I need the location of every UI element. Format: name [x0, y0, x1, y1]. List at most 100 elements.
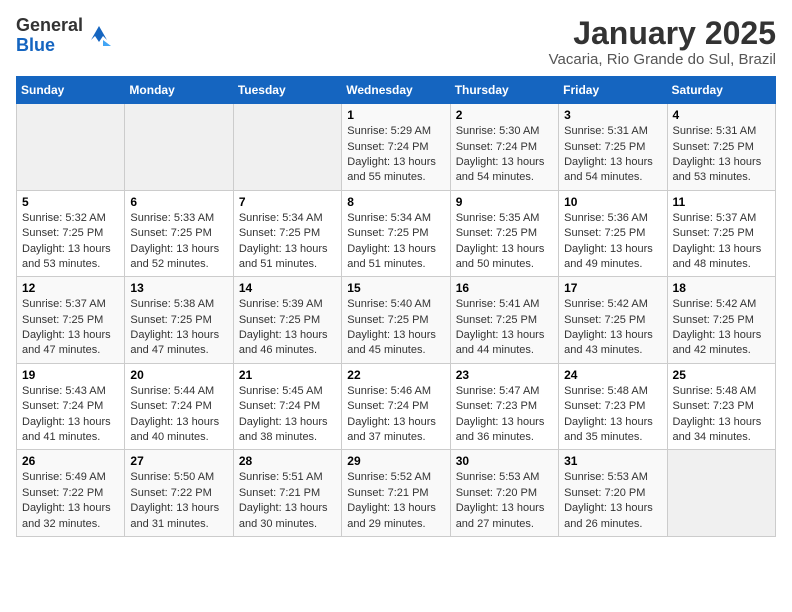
calendar-cell: 24 Sunrise: 5:48 AMSunset: 7:23 PMDayligh…	[559, 363, 667, 450]
day-info: Sunrise: 5:41 AMSunset: 7:25 PMDaylight:…	[456, 297, 553, 359]
day-info: Sunrise: 5:52 AMSunset: 7:21 PMDaylight:…	[347, 470, 444, 532]
calendar-cell: 31 Sunrise: 5:53 AMSunset: 7:20 PMDayligh…	[559, 450, 667, 537]
calendar-cell: 23Sunrise: 5:47 AMSunset: 7:23 PMDayligh…	[450, 363, 558, 450]
calendar-cell: 29 Sunrise: 5:52 AMSunset: 7:21 PMDayligh…	[342, 450, 450, 537]
day-number: 16	[456, 281, 553, 295]
day-number: 12	[22, 281, 119, 295]
day-number: 30	[456, 454, 553, 468]
day-info: Sunrise: 5:33 AMSunset: 7:25 PMDaylight:…	[130, 211, 227, 273]
calendar-cell: 30 Sunrise: 5:53 AMSunset: 7:20 PMDayligh…	[450, 450, 558, 537]
calendar-header-row: SundayMondayTuesdayWednesdayThursdayFrid…	[17, 77, 776, 104]
calendar-week-row: 1Sunrise: 5:29 AMSunset: 7:24 PMDaylight…	[17, 104, 776, 191]
day-info: Sunrise: 5:50 AMSunset: 7:22 PMDaylight:…	[130, 470, 227, 532]
calendar-cell: 12 Sunrise: 5:37 AMSunset: 7:25 PMDayligh…	[17, 277, 125, 364]
title-block: January 2025 Vacaria, Rio Grande do Sul,…	[549, 16, 776, 68]
day-info: Sunrise: 5:44 AMSunset: 7:24 PMDaylight:…	[130, 384, 227, 446]
calendar-cell: 25 Sunrise: 5:48 AMSunset: 7:23 PMDayligh…	[667, 363, 775, 450]
calendar-cell	[125, 104, 233, 191]
calendar-cell: 11 Sunrise: 5:37 AMSunset: 7:25 PMDayligh…	[667, 190, 775, 277]
calendar-cell	[233, 104, 341, 191]
day-number: 11	[673, 195, 770, 209]
day-number: 5	[22, 195, 119, 209]
logo: General Blue	[16, 16, 115, 56]
calendar-cell: 8 Sunrise: 5:34 AMSunset: 7:25 PMDaylight…	[342, 190, 450, 277]
day-info: Sunrise: 5:51 AMSunset: 7:21 PMDaylight:…	[239, 470, 336, 532]
calendar-week-row: 12 Sunrise: 5:37 AMSunset: 7:25 PMDayligh…	[17, 277, 776, 364]
calendar-cell	[667, 450, 775, 537]
calendar-cell: 13 Sunrise: 5:38 AMSunset: 7:25 PMDayligh…	[125, 277, 233, 364]
calendar-cell: 27 Sunrise: 5:50 AMSunset: 7:22 PMDayligh…	[125, 450, 233, 537]
day-number: 27	[130, 454, 227, 468]
day-number: 8	[347, 195, 444, 209]
day-info: Sunrise: 5:32 AMSunset: 7:25 PMDaylight:…	[22, 211, 119, 273]
day-info: Sunrise: 5:42 AMSunset: 7:25 PMDaylight:…	[673, 297, 770, 359]
day-number: 23	[456, 368, 553, 382]
day-info: Sunrise: 5:30 AMSunset: 7:24 PMDaylight:…	[456, 124, 553, 186]
day-info: Sunrise: 5:43 AMSunset: 7:24 PMDaylight:…	[22, 384, 119, 446]
page-subtitle: Vacaria, Rio Grande do Sul, Brazil	[549, 51, 776, 68]
day-info: Sunrise: 5:48 AMSunset: 7:23 PMDaylight:…	[673, 384, 770, 446]
calendar-week-row: 26 Sunrise: 5:49 AMSunset: 7:22 PMDayligh…	[17, 450, 776, 537]
day-of-week-header: Thursday	[450, 77, 558, 104]
calendar-cell: 18 Sunrise: 5:42 AMSunset: 7:25 PMDayligh…	[667, 277, 775, 364]
calendar-cell: 28Sunrise: 5:51 AMSunset: 7:21 PMDayligh…	[233, 450, 341, 537]
day-number: 4	[673, 108, 770, 122]
day-info: Sunrise: 5:38 AMSunset: 7:25 PMDaylight:…	[130, 297, 227, 359]
day-info: Sunrise: 5:42 AMSunset: 7:25 PMDaylight:…	[564, 297, 661, 359]
day-number: 15	[347, 281, 444, 295]
day-number: 22	[347, 368, 444, 382]
day-of-week-header: Wednesday	[342, 77, 450, 104]
day-number: 18	[673, 281, 770, 295]
day-info: Sunrise: 5:35 AMSunset: 7:25 PMDaylight:…	[456, 211, 553, 273]
day-number: 19	[22, 368, 119, 382]
day-info: Sunrise: 5:31 AMSunset: 7:25 PMDaylight:…	[673, 124, 770, 186]
day-number: 13	[130, 281, 227, 295]
day-number: 20	[130, 368, 227, 382]
calendar-cell: 22Sunrise: 5:46 AMSunset: 7:24 PMDayligh…	[342, 363, 450, 450]
calendar-cell: 1Sunrise: 5:29 AMSunset: 7:24 PMDaylight…	[342, 104, 450, 191]
day-info: Sunrise: 5:40 AMSunset: 7:25 PMDaylight:…	[347, 297, 444, 359]
day-info: Sunrise: 5:36 AMSunset: 7:25 PMDaylight:…	[564, 211, 661, 273]
day-number: 29	[347, 454, 444, 468]
calendar-cell: 17Sunrise: 5:42 AMSunset: 7:25 PMDayligh…	[559, 277, 667, 364]
day-info: Sunrise: 5:53 AMSunset: 7:20 PMDaylight:…	[456, 470, 553, 532]
day-number: 31	[564, 454, 661, 468]
day-info: Sunrise: 5:37 AMSunset: 7:25 PMDaylight:…	[22, 297, 119, 359]
day-number: 21	[239, 368, 336, 382]
day-number: 7	[239, 195, 336, 209]
calendar-cell: 26 Sunrise: 5:49 AMSunset: 7:22 PMDayligh…	[17, 450, 125, 537]
day-number: 14	[239, 281, 336, 295]
day-info: Sunrise: 5:39 AMSunset: 7:25 PMDaylight:…	[239, 297, 336, 359]
calendar-cell: 10Sunrise: 5:36 AMSunset: 7:25 PMDayligh…	[559, 190, 667, 277]
calendar-table: SundayMondayTuesdayWednesdayThursdayFrid…	[16, 76, 776, 537]
day-of-week-header: Monday	[125, 77, 233, 104]
day-number: 25	[673, 368, 770, 382]
day-number: 9	[456, 195, 553, 209]
day-number: 26	[22, 454, 119, 468]
calendar-cell: 5 Sunrise: 5:32 AMSunset: 7:25 PMDaylight…	[17, 190, 125, 277]
calendar-cell	[17, 104, 125, 191]
calendar-cell: 20 Sunrise: 5:44 AMSunset: 7:24 PMDayligh…	[125, 363, 233, 450]
day-info: Sunrise: 5:37 AMSunset: 7:25 PMDaylight:…	[673, 211, 770, 273]
day-of-week-header: Tuesday	[233, 77, 341, 104]
day-of-week-header: Saturday	[667, 77, 775, 104]
day-info: Sunrise: 5:49 AMSunset: 7:22 PMDaylight:…	[22, 470, 119, 532]
calendar-cell: 6Sunrise: 5:33 AMSunset: 7:25 PMDaylight…	[125, 190, 233, 277]
day-number: 1	[347, 108, 444, 122]
day-info: Sunrise: 5:53 AMSunset: 7:20 PMDaylight:…	[564, 470, 661, 532]
day-number: 3	[564, 108, 661, 122]
day-of-week-header: Friday	[559, 77, 667, 104]
day-number: 2	[456, 108, 553, 122]
calendar-cell: 19 Sunrise: 5:43 AMSunset: 7:24 PMDayligh…	[17, 363, 125, 450]
logo-blue-text: Blue	[16, 36, 83, 56]
day-info: Sunrise: 5:34 AMSunset: 7:25 PMDaylight:…	[347, 211, 444, 273]
logo-general-text: General	[16, 16, 83, 36]
day-info: Sunrise: 5:45 AMSunset: 7:24 PMDaylight:…	[239, 384, 336, 446]
calendar-week-row: 5 Sunrise: 5:32 AMSunset: 7:25 PMDaylight…	[17, 190, 776, 277]
day-number: 24	[564, 368, 661, 382]
calendar-cell: 3Sunrise: 5:31 AMSunset: 7:25 PMDaylight…	[559, 104, 667, 191]
page-header: General Blue January 2025 Vacaria, Rio G…	[16, 16, 776, 68]
day-info: Sunrise: 5:48 AMSunset: 7:23 PMDaylight:…	[564, 384, 661, 446]
calendar-cell: 2 Sunrise: 5:30 AMSunset: 7:24 PMDaylight…	[450, 104, 558, 191]
calendar-cell: 9 Sunrise: 5:35 AMSunset: 7:25 PMDaylight…	[450, 190, 558, 277]
